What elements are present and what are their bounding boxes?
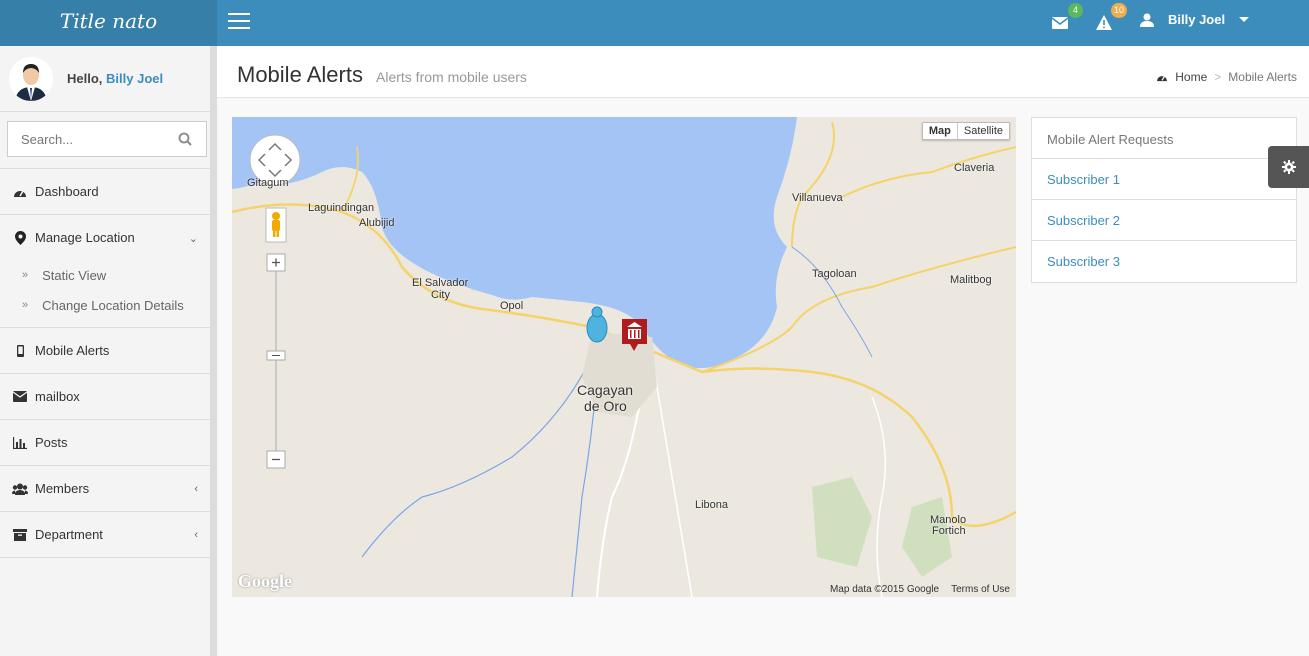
sidebar-subitem-change-location[interactable]: » Change Location Details <box>0 290 210 320</box>
brand-logo[interactable]: Title nato <box>0 0 217 46</box>
double-chevron-right-icon: » <box>22 269 29 281</box>
sidebar-search <box>7 121 207 157</box>
messages-button[interactable]: 4 <box>1051 3 1083 34</box>
map-label: Laguindingan <box>308 202 375 214</box>
sidebar-subitem-label: Static View <box>42 267 107 283</box>
hamburger-line <box>228 20 250 22</box>
map-label: El Salvador <box>412 277 469 289</box>
sidebar-item-department[interactable]: Department ‹ <box>0 511 210 557</box>
sidebar-user-name[interactable]: Billy Joel <box>106 71 163 86</box>
envelope-icon <box>12 390 28 404</box>
map-label: City <box>431 289 450 301</box>
alerts-badge: 10 <box>1110 3 1127 18</box>
users-icon <box>12 482 28 496</box>
map-label: Cagayan <box>577 382 634 398</box>
sidebar-item-label: Department <box>35 527 103 542</box>
map-data-attribution: Map data ©2015 Google <box>829 584 940 595</box>
greeting-label: Hello, <box>67 71 103 86</box>
sidebar: Hello, Billy Joel Dashboard Manage Locat… <box>0 46 217 656</box>
map-type-satellite-button[interactable]: Satellite <box>958 123 1009 139</box>
breadcrumb-separator: > <box>1214 70 1222 84</box>
mobile-alert-requests-panel: Mobile Alert Requests Subscriber 1 Subsc… <box>1031 117 1297 283</box>
map-canvas <box>232 117 1016 597</box>
user-menu-dropdown[interactable]: Billy Joel <box>1140 12 1250 27</box>
subscriber-link[interactable]: Subscriber 2 <box>1032 200 1296 241</box>
content-header: Mobile Alerts Alerts from mobile users H… <box>217 46 1309 98</box>
subscriber-link[interactable]: Subscriber 3 <box>1032 241 1296 282</box>
chevron-down-icon <box>1239 17 1250 22</box>
map-label: Gitagum <box>247 177 289 189</box>
sidebar-toggle-button[interactable] <box>228 13 250 31</box>
sidebar-item-members[interactable]: Members ‹ <box>0 465 210 511</box>
page-subtitle: Alerts from mobile users <box>376 69 527 85</box>
manage-location-submenu: » Static View » Change Location Details <box>0 260 210 320</box>
search-input[interactable] <box>8 122 168 156</box>
map-label: Libona <box>695 499 729 511</box>
sidebar-item-label: mailbox <box>35 389 80 404</box>
map-label: Opol <box>500 300 524 312</box>
double-chevron-right-icon: » <box>22 299 29 311</box>
settings-toggle-button[interactable] <box>1268 146 1309 188</box>
sidebar-item-manage-location[interactable]: Manage Location ⌄ <box>0 214 210 260</box>
map-label: de Oro <box>584 398 627 414</box>
map-label: Malitbog <box>950 274 992 286</box>
map-footer: Map data ©2015 Google Terms of Use <box>830 584 1010 595</box>
map-type-control: Map Satellite <box>921 122 1010 140</box>
menu-divider <box>0 557 210 558</box>
envelope-icon <box>1051 17 1069 29</box>
sidebar-item-posts[interactable]: Posts <box>0 419 210 465</box>
sidebar-subitem-static-view[interactable]: » Static View <box>0 260 210 290</box>
panel-heading: Mobile Alert Requests <box>1032 118 1296 159</box>
google-logo[interactable]: Google <box>238 571 292 592</box>
mobile-icon <box>12 344 28 358</box>
map-label: Claveria <box>954 162 995 174</box>
sidebar-item-label: Manage Location <box>35 230 135 245</box>
sidebar-item-label: Posts <box>35 435 68 450</box>
breadcrumb: Home > Mobile Alerts <box>1156 70 1297 84</box>
map-label: Fortich <box>932 525 966 537</box>
messages-badge: 4 <box>1068 3 1083 18</box>
sidebar-item-label: Dashboard <box>35 184 99 199</box>
sidebar-item-mailbox[interactable]: mailbox <box>0 373 210 419</box>
hamburger-line <box>228 13 250 15</box>
gear-icon <box>1281 160 1296 174</box>
user-panel: Hello, Billy Joel <box>0 46 210 112</box>
map-label: Villanueva <box>792 192 843 204</box>
dashboard-icon <box>12 185 28 199</box>
breadcrumb-home-link[interactable]: Home <box>1175 70 1207 84</box>
warning-icon <box>1096 15 1112 30</box>
hamburger-line <box>228 27 250 29</box>
dashboard-icon <box>1157 75 1168 82</box>
map-type-map-button[interactable]: Map <box>923 123 958 139</box>
user-icon <box>1140 13 1154 27</box>
sidebar-item-label: Mobile Alerts <box>35 343 110 358</box>
chevron-down-icon: ⌄ <box>188 233 198 245</box>
map-label: Alubijid <box>359 217 395 229</box>
sidebar-menu: Dashboard Manage Location ⌄ » Static Vie… <box>0 168 210 558</box>
alerts-button[interactable]: 10 <box>1096 3 1127 34</box>
page-title: Mobile Alerts <box>237 62 363 87</box>
bar-chart-icon <box>12 436 28 450</box>
archive-icon <box>12 528 28 542</box>
sidebar-item-mobile-alerts[interactable]: Mobile Alerts <box>0 327 210 373</box>
chevron-left-icon: ‹ <box>194 529 198 541</box>
user-menu-name: Billy Joel <box>1168 12 1226 27</box>
map-label: Tagoloan <box>812 268 857 280</box>
sidebar-subitem-label: Change Location Details <box>42 297 184 313</box>
map-marker-icon <box>12 230 28 245</box>
subscriber-link[interactable]: Subscriber 1 <box>1032 159 1296 200</box>
terms-of-use-link[interactable]: Terms of Use <box>951 584 1010 595</box>
greeting-text: Hello, Billy Joel <box>67 71 163 86</box>
chevron-left-icon: ‹ <box>194 483 198 495</box>
avatar <box>9 57 53 101</box>
location-map[interactable]: Gitagum Laguindingan Alubijid El Salvado… <box>232 117 1016 597</box>
top-navbar: Title nato 4 10 Billy Joel <box>0 0 1309 46</box>
search-icon[interactable] <box>178 132 192 146</box>
sidebar-item-dashboard[interactable]: Dashboard <box>0 168 210 214</box>
breadcrumb-current: Mobile Alerts <box>1228 70 1297 84</box>
sidebar-item-label: Members <box>35 481 90 496</box>
